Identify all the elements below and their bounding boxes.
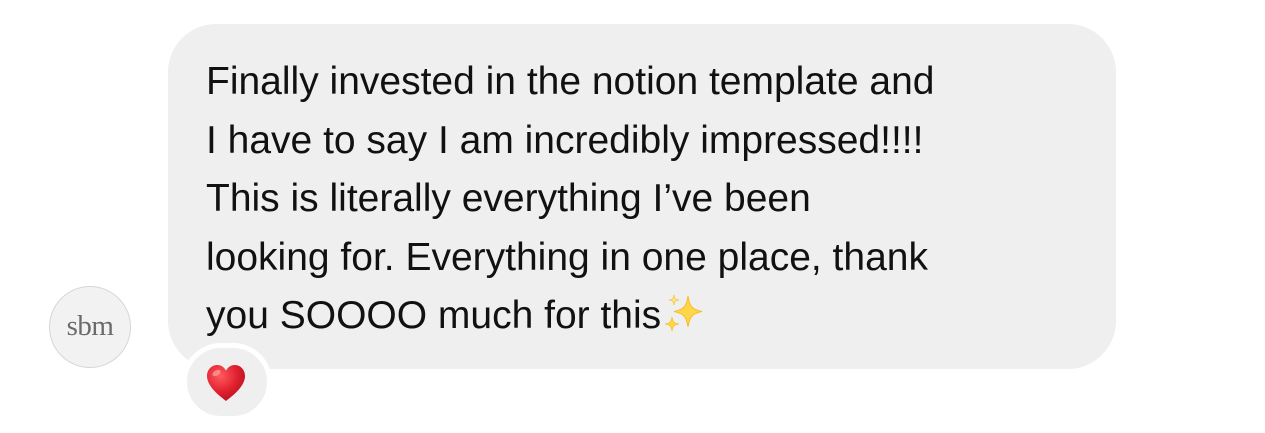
- message-line: looking for. Everything in one place, th…: [206, 235, 928, 279]
- heart-icon: [207, 365, 245, 401]
- message-line: you SOOOO much for this: [206, 294, 662, 337]
- reaction-badge[interactable]: [182, 343, 272, 421]
- sparkles-icon: [665, 294, 703, 332]
- message-line: This is literally everything I’ve been: [206, 177, 811, 220]
- message-bubble[interactable]: Finally invested in the notion template …: [168, 24, 1116, 369]
- message-line: Finally invested in the notion template …: [206, 60, 935, 103]
- message-text: Finally invested in the notion template …: [206, 53, 1086, 346]
- avatar[interactable]: sbm: [49, 286, 131, 368]
- avatar-initials: sbm: [66, 309, 114, 342]
- message-line: I have to say I am incredibly impressed!…: [206, 118, 924, 162]
